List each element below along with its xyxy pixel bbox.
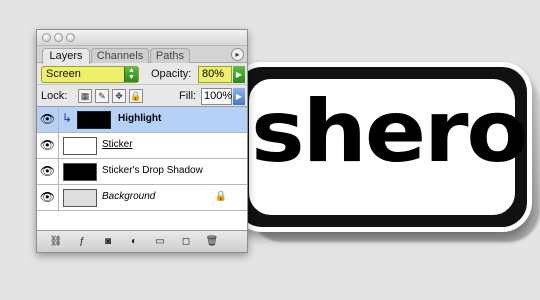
folder-icon[interactable]: ▭ [151, 234, 169, 250]
layers-list: 👁 ↳ Highlight 👁 Sticker 👁 Sticker's Drop… [37, 107, 247, 233]
layer-background[interactable]: 👁 Background 🔒 [37, 185, 247, 211]
layer-thumbnail [63, 137, 97, 155]
layer-thumbnail [77, 111, 111, 129]
adjustment-icon[interactable]: ◐ [125, 234, 143, 250]
blend-mode-value: Screen [46, 68, 81, 80]
lock-icon: 🔒 [214, 191, 227, 202]
layer-name: Background [102, 191, 156, 202]
tab-paths[interactable]: Paths [150, 48, 190, 63]
panel-menu-icon[interactable]: ▸ [231, 48, 244, 61]
link-icon[interactable]: ⛓ [47, 234, 65, 250]
layer-sticker-drop-shadow[interactable]: 👁 Sticker's Drop Shadow [37, 159, 247, 185]
tab-layers[interactable]: Layers [42, 48, 90, 64]
layer-highlight[interactable]: 👁 ↳ Highlight [37, 107, 247, 133]
zoom-window-button[interactable] [66, 33, 75, 42]
new-layer-icon[interactable]: ◻ [177, 234, 195, 250]
lock-image-pixels-icon[interactable]: ✎ [95, 89, 109, 103]
layer-thumbnail [63, 189, 97, 207]
layers-bottom-toolbar: ⛓ ƒ ◙ ◐ ▭ ◻ 🗑 [37, 230, 247, 252]
fill-label: Fill: [179, 90, 197, 102]
opacity-label: Opacity: [151, 68, 192, 80]
visibility-eye-icon[interactable]: 👁 [37, 159, 59, 184]
fx-icon[interactable]: ƒ [73, 234, 91, 250]
visibility-eye-icon[interactable]: 👁 [37, 133, 59, 158]
lock-fill-row: Lock: ▦ ✎ ✥ 🔒 Fill: 100% ▶ [37, 85, 247, 107]
chevron-updown-icon: ▲ ▼ [124, 67, 138, 82]
fill-input[interactable]: 100% [201, 88, 232, 105]
lock-all-icon[interactable]: 🔒 [129, 89, 143, 103]
opacity-slider-arrow-icon[interactable]: ▶ [233, 66, 245, 83]
blend-opacity-row: Screen ▲ ▼ Opacity: 80% ▶ [37, 63, 247, 85]
lock-position-icon[interactable]: ✥ [112, 89, 126, 103]
panel-tabs: Layers Channels Paths ▸ [37, 46, 247, 64]
opacity-input[interactable]: 80% [198, 66, 232, 83]
lock-label: Lock: [41, 90, 68, 102]
minimize-window-button[interactable] [54, 33, 63, 42]
sticker-text: shero [251, 82, 527, 182]
tab-channels[interactable]: Channels [91, 48, 149, 63]
layer-sticker[interactable]: 👁 Sticker [37, 133, 247, 159]
fill-slider-arrow-icon[interactable]: ▶ [233, 88, 245, 105]
layer-name: Sticker [102, 139, 133, 150]
trash-icon[interactable]: 🗑 [203, 234, 221, 250]
blend-mode-select[interactable]: Screen ▲ ▼ [41, 66, 139, 83]
layer-thumbnail [63, 163, 97, 181]
visibility-eye-icon[interactable]: 👁 [37, 107, 59, 132]
clipping-arrow-icon: ↳ [62, 111, 73, 125]
layers-panel: Layers Channels Paths ▸ Screen ▲ ▼ Opacit… [36, 29, 248, 253]
visibility-eye-icon[interactable]: 👁 [37, 185, 59, 210]
sticker-artwork: shero [232, 62, 532, 232]
close-window-button[interactable] [42, 33, 51, 42]
mask-icon[interactable]: ◙ [99, 234, 117, 250]
layer-name: Highlight [118, 113, 162, 124]
layer-name: Sticker's Drop Shadow [102, 165, 203, 176]
lock-transparency-icon[interactable]: ▦ [78, 89, 92, 103]
panel-titlebar [37, 30, 247, 46]
